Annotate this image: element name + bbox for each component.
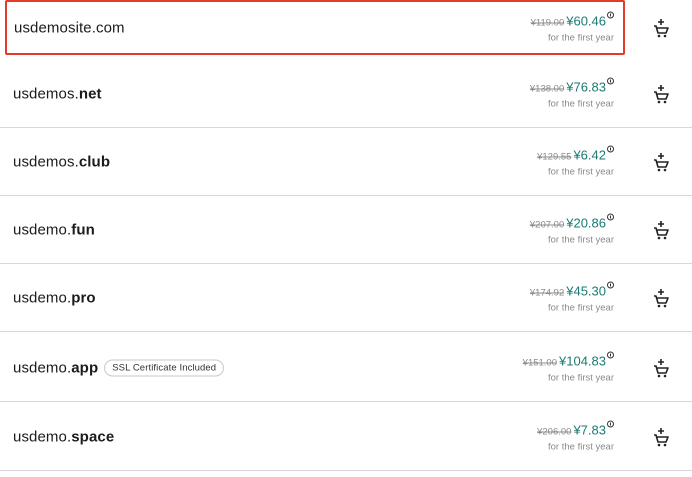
original-price: ¥151.00 xyxy=(522,357,557,368)
info-icon[interactable] xyxy=(607,351,614,358)
sale-price: ¥20.86 xyxy=(566,215,606,230)
original-price: ¥119.00 xyxy=(530,17,565,28)
domain-row-usdemo-space[interactable]: usdemo. space ¥206.00 ¥7.83 for the first … xyxy=(0,403,692,471)
add-to-cart-icon[interactable] xyxy=(652,84,670,104)
sale-price: ¥60.46 xyxy=(566,13,606,28)
price-box: ¥206.00 ¥7.83 for the first year xyxy=(537,420,614,453)
domain-row-usdemo-app[interactable]: usdemo. app SSL Certificate Included ¥151.… xyxy=(0,334,692,402)
original-price: ¥207.00 xyxy=(529,219,565,230)
price-box: ¥129.55 ¥6.42 for the first year xyxy=(537,145,614,178)
domain-row-usdemos-net[interactable]: usdemos. net ¥138.00 ¥76.83 for the first … xyxy=(0,60,692,128)
domain-name: usdemo. space xyxy=(13,428,114,445)
sale-price: ¥104.83 xyxy=(559,353,606,368)
domain-label: usdemo. xyxy=(13,289,72,306)
domain-tld: net xyxy=(78,85,102,102)
domain-name: usdemos. club xyxy=(13,153,110,170)
domain-label: usdemo. xyxy=(13,428,72,445)
domain-name: usdemo. app SSL Certificate Included xyxy=(13,359,225,376)
info-icon[interactable] xyxy=(607,145,614,152)
add-to-cart-icon[interactable] xyxy=(652,152,670,172)
domain-label: usdemosite xyxy=(14,19,92,36)
add-to-cart-icon[interactable] xyxy=(652,18,670,38)
info-icon[interactable] xyxy=(607,281,614,288)
domain-row-usdemo-pro[interactable]: usdemo. pro ¥174.92 ¥45.30 for the first y… xyxy=(0,264,692,332)
domain-label: usdemos. xyxy=(13,153,79,170)
info-icon[interactable] xyxy=(607,77,614,84)
add-to-cart-icon[interactable] xyxy=(652,288,670,308)
info-icon[interactable] xyxy=(607,420,614,427)
domain-tld: com xyxy=(96,19,125,36)
price-term: for the first year xyxy=(548,441,614,452)
domain-tld: pro xyxy=(71,289,96,306)
original-price: ¥129.55 xyxy=(537,151,572,162)
price-term: for the first year xyxy=(548,372,614,383)
add-to-cart-icon[interactable] xyxy=(652,427,670,447)
original-price: ¥138.00 xyxy=(529,83,565,94)
domain-tld: app xyxy=(71,359,99,376)
sale-price: ¥45.30 xyxy=(566,283,606,298)
domain-row-usdemos-club[interactable]: usdemos. club ¥129.55 ¥6.42 for the first … xyxy=(0,128,692,196)
price-box: ¥119.00 ¥60.46 for the first year xyxy=(531,11,614,44)
price-term: for the first year xyxy=(548,98,614,109)
ssl-badge: SSL Certificate Included xyxy=(104,359,225,376)
sale-price: ¥7.83 xyxy=(573,422,606,437)
domain-label: usdemo. xyxy=(13,359,72,376)
price-term: for the first year xyxy=(548,32,614,43)
add-to-cart-icon[interactable] xyxy=(652,220,670,240)
domain-name: usdemos. net xyxy=(13,85,102,102)
domain-row-usdemosite-com[interactable]: usdemosite. com ¥119.00 ¥60.46 for the fir… xyxy=(5,0,669,55)
domain-name: usdemo. pro xyxy=(13,289,96,306)
domain-name: usdemo. fun xyxy=(13,221,95,238)
domain-results-list: usdemosite. com ¥119.00 ¥60.46 for the fir… xyxy=(0,0,692,477)
price-box: ¥138.00 ¥76.83 for the first year xyxy=(530,77,614,110)
add-to-cart-icon[interactable] xyxy=(652,358,670,378)
domain-tld: space xyxy=(71,428,115,445)
original-price: ¥174.92 xyxy=(529,287,565,298)
price-box: ¥174.92 ¥45.30 for the first year xyxy=(530,281,614,314)
domain-name: usdemosite. com xyxy=(14,19,125,36)
info-icon[interactable] xyxy=(607,11,614,18)
price-box: ¥151.00 ¥104.83 for the first year xyxy=(523,351,614,384)
original-price: ¥206.00 xyxy=(537,426,572,437)
price-term: for the first year xyxy=(548,166,614,177)
sale-price: ¥6.42 xyxy=(573,147,606,162)
domain-label: usdemos. xyxy=(13,85,79,102)
domain-tld: club xyxy=(78,153,111,170)
domain-row-usdemo-fun[interactable]: usdemo. fun ¥207.00 ¥20.86 for the first y… xyxy=(0,196,692,264)
price-term: for the first year xyxy=(548,302,614,313)
sale-price: ¥76.83 xyxy=(566,79,606,94)
domain-label: usdemo. xyxy=(13,221,72,238)
price-term: for the first year xyxy=(548,234,614,245)
domain-tld: fun xyxy=(71,221,95,238)
info-icon[interactable] xyxy=(607,213,614,220)
price-box: ¥207.00 ¥20.86 for the first year xyxy=(530,213,614,246)
